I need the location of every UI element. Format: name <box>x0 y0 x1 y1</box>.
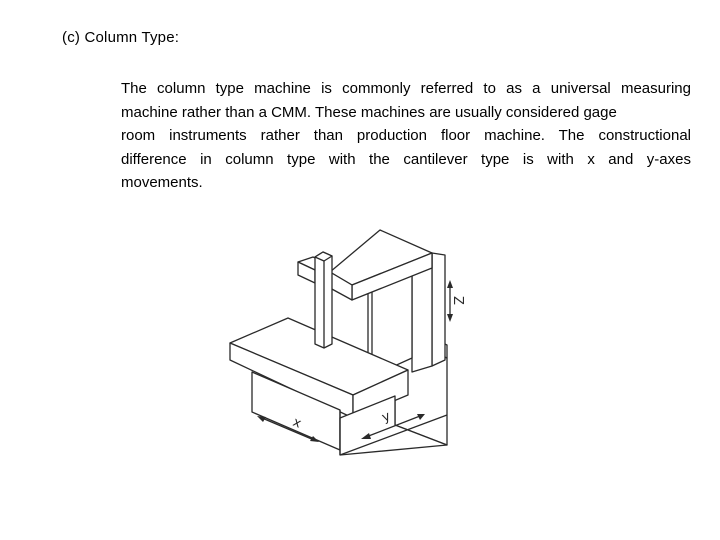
z-axis-label: Z <box>450 296 465 305</box>
column-machine-diagram: Z x y <box>229 229 465 456</box>
z-axis-arrow: Z <box>447 280 465 322</box>
probe-pillar <box>314 251 333 349</box>
